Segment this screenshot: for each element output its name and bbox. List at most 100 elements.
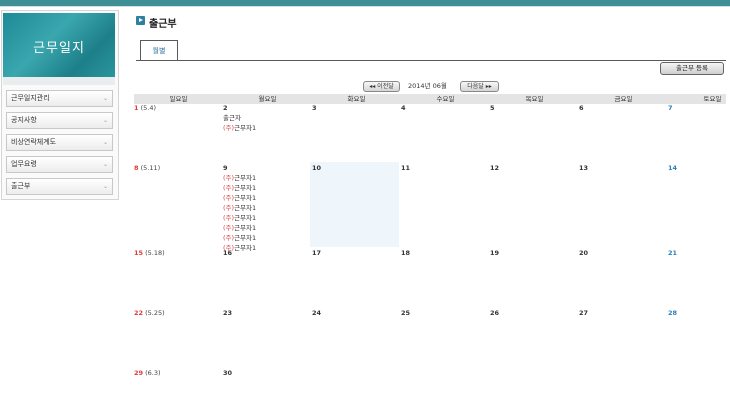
day-number: 16 xyxy=(223,249,233,257)
calendar-day-4[interactable]: 4 xyxy=(401,104,406,112)
calendar-event[interactable]: (주)근무자1 xyxy=(223,213,256,223)
day-number: 25 xyxy=(401,309,411,317)
event-tag: (주) xyxy=(223,204,235,212)
event-text: 근무자1 xyxy=(234,174,257,182)
next-month-button[interactable]: 다음달 ▸▸ xyxy=(460,81,499,92)
attendance-register-button[interactable]: 출근부 등록 xyxy=(660,62,724,75)
sidebar-item-label: 근무일지관리 xyxy=(11,94,50,102)
calendar-day-18[interactable]: 18 xyxy=(401,249,410,257)
calendar-event[interactable]: (주)근무자1 xyxy=(223,123,256,133)
sidebar-item-notice[interactable]: 공지사항 ⌄ xyxy=(6,112,113,129)
event-tag: (주) xyxy=(223,124,235,132)
calendar-day-10[interactable]: 10 xyxy=(312,164,321,172)
event-text: 근무자1 xyxy=(234,124,257,132)
day-number: 11 xyxy=(401,164,411,172)
sidebar-item-worklog-manage[interactable]: 근무일지관리 ⌄ xyxy=(6,90,113,107)
day-number: 28 xyxy=(668,309,678,317)
event-tag: (주) xyxy=(223,194,235,202)
calendar-day-26[interactable]: 26 xyxy=(490,309,499,317)
calendar-event[interactable]: (주)근무자1 xyxy=(223,203,256,213)
calendar-weekday-header: 일요일 월요일 화요일 수요일 목요일 금요일 토요일 xyxy=(134,94,726,104)
chevron-down-icon: ⌄ xyxy=(102,139,108,146)
calendar-day-17[interactable]: 17 xyxy=(312,249,321,257)
lunar-date: (6.3) xyxy=(143,369,161,377)
day-number: 14 xyxy=(668,164,678,172)
event-text: 근무자1 xyxy=(234,204,257,212)
calendar-day-15[interactable]: 15 (5.18) xyxy=(134,249,165,257)
calendar-day-11[interactable]: 11 xyxy=(401,164,410,172)
calendar-day-7[interactable]: 7 xyxy=(668,104,673,112)
day-number: 6 xyxy=(579,104,584,112)
prev-month-button[interactable]: ◂◂ 이전달 xyxy=(363,81,400,92)
day-number: 30 xyxy=(223,369,233,377)
day-number: 24 xyxy=(312,309,322,317)
day-number: 20 xyxy=(579,249,589,257)
day-number: 10 xyxy=(312,164,322,172)
day-number: 29 xyxy=(134,369,144,377)
calendar-event[interactable]: (주)근무자1 xyxy=(223,233,256,243)
calendar-day-13[interactable]: 13 xyxy=(579,164,588,172)
calendar-event[interactable]: (주)근무자1 xyxy=(223,223,256,233)
day-number: 4 xyxy=(401,104,406,112)
sidebar-item-label: 공지사항 xyxy=(11,116,37,124)
calendar-day-22[interactable]: 22 (5.25) xyxy=(134,309,165,317)
calendar-day-27[interactable]: 27 xyxy=(579,309,588,317)
event-tag: (주) xyxy=(223,214,235,222)
day-number: 22 xyxy=(134,309,144,317)
calendar-event[interactable]: (주)근무자1 xyxy=(223,173,256,183)
event-tag: (주) xyxy=(223,174,235,182)
calendar-day-6[interactable]: 6 xyxy=(579,104,584,112)
weekday-header-cell: 수요일 xyxy=(436,95,455,103)
event-text: 근무자1 xyxy=(234,214,257,222)
calendar-day-21[interactable]: 21 xyxy=(668,249,677,257)
chevron-down-icon: ⌄ xyxy=(102,117,108,124)
sidebar-header[interactable]: 근무일지 xyxy=(3,13,115,85)
calendar-day-16[interactable]: 16 xyxy=(223,249,232,257)
calendar-event[interactable]: (주)근무자1 xyxy=(223,183,256,193)
event-tag: (주) xyxy=(223,224,235,232)
calendar-day-20[interactable]: 20 xyxy=(579,249,588,257)
calendar-day-28[interactable]: 28 xyxy=(668,309,677,317)
calendar-day-14[interactable]: 14 xyxy=(668,164,677,172)
calendar-day-19[interactable]: 19 xyxy=(490,249,499,257)
sidebar-item-work-guide[interactable]: 업무요령 ⌄ xyxy=(6,156,113,173)
calendar-day-3[interactable]: 3 xyxy=(312,104,317,112)
lunar-date: (5.11) xyxy=(138,164,161,172)
calendar-day-23[interactable]: 23 xyxy=(223,309,232,317)
event-text: 근무자1 xyxy=(234,244,257,252)
calendar-day-12[interactable]: 12 xyxy=(490,164,499,172)
month-label: 2014년 06월 xyxy=(408,82,447,90)
today-cell-highlight xyxy=(310,162,399,247)
sidebar-item-attendance[interactable]: 출근부 ⌄ xyxy=(6,178,113,195)
calendar-event[interactable]: 출근자 xyxy=(223,113,241,123)
day-number: 17 xyxy=(312,249,322,257)
day-number: 21 xyxy=(668,249,678,257)
day-number: 18 xyxy=(401,249,411,257)
calendar-day-8[interactable]: 8 (5.11) xyxy=(134,164,160,172)
event-text: 출근자 xyxy=(223,114,241,122)
weekday-header-cell: 일요일 xyxy=(169,95,188,103)
calendar-day-29[interactable]: 29 (6.3) xyxy=(134,369,161,377)
tab-underline xyxy=(136,60,726,61)
calendar-day-1[interactable]: 1 (5.4) xyxy=(134,104,156,112)
sidebar-item-emergency-contacts[interactable]: 비상연락체계도 ⌄ xyxy=(6,134,113,151)
calendar-day-5[interactable]: 5 xyxy=(490,104,495,112)
calendar-day-30[interactable]: 30 xyxy=(223,369,232,377)
day-number: 7 xyxy=(668,104,673,112)
day-number: 9 xyxy=(223,164,228,172)
calendar-event[interactable]: (주)근무자1 xyxy=(223,193,256,203)
day-number: 26 xyxy=(490,309,500,317)
day-number: 3 xyxy=(312,104,317,112)
tab-monthly[interactable]: 월별 xyxy=(140,40,178,61)
day-number: 12 xyxy=(490,164,500,172)
sidebar-item-label: 출근부 xyxy=(11,182,31,190)
event-tag: (주) xyxy=(223,184,235,192)
chevron-down-icon: ⌄ xyxy=(102,95,108,102)
lunar-date: (5.4) xyxy=(138,104,157,112)
calendar-day-9[interactable]: 9 xyxy=(223,164,228,172)
calendar-day-24[interactable]: 24 xyxy=(312,309,321,317)
lunar-date: (5.25) xyxy=(143,309,165,317)
calendar-day-25[interactable]: 25 xyxy=(401,309,410,317)
calendar-day-2[interactable]: 2 xyxy=(223,104,228,112)
day-number: 19 xyxy=(490,249,500,257)
